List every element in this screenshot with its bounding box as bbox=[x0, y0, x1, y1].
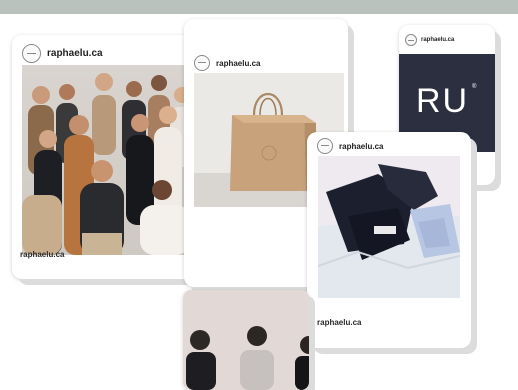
brand-post-handle[interactable]: raphaelu.ca bbox=[421, 37, 454, 43]
team-post-footer: raphaelu.ca bbox=[20, 250, 65, 259]
team-post-header: raphaelu.ca bbox=[22, 44, 196, 63]
brand-logo-icon bbox=[405, 34, 417, 46]
team-post-handle[interactable]: raphaelu.ca bbox=[47, 48, 103, 59]
brand-post-header: raphaelu.ca bbox=[405, 34, 495, 46]
bag-post-header: raphaelu.ca bbox=[194, 55, 348, 71]
team-post-card[interactable]: raphaelu.ca raphaelu.ca bbox=[12, 35, 196, 279]
team-group-photo bbox=[22, 65, 196, 255]
brand-logo-icon bbox=[22, 44, 41, 63]
brand-mark-text: RU bbox=[416, 82, 470, 120]
clothing-post-card[interactable]: raphaelu.ca raphaelu.ca bbox=[307, 132, 471, 348]
clothing-post-handle[interactable]: raphaelu.ca bbox=[339, 142, 383, 151]
trademark-symbol: ® bbox=[472, 84, 477, 90]
three-people-photo bbox=[183, 290, 309, 390]
clothing-post-header: raphaelu.ca bbox=[317, 138, 471, 154]
people-post-card[interactable] bbox=[183, 290, 309, 390]
brand-logo-icon bbox=[194, 55, 210, 71]
folded-clothing-photo bbox=[318, 156, 460, 298]
bag-post-handle[interactable]: raphaelu.ca bbox=[216, 59, 260, 68]
brand-logo-icon bbox=[317, 138, 333, 154]
top-strip bbox=[0, 0, 518, 14]
clothing-post-footer: raphaelu.ca bbox=[317, 318, 362, 327]
